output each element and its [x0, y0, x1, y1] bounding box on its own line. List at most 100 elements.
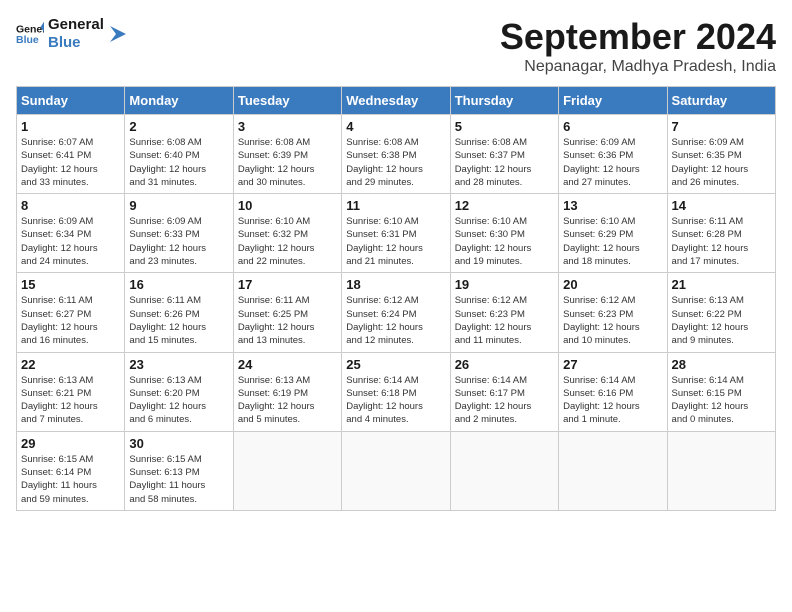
header-monday: Monday	[125, 87, 233, 115]
day-cell: 3Sunrise: 6:08 AMSunset: 6:39 PMDaylight…	[233, 115, 341, 194]
week-row-1: 1Sunrise: 6:07 AMSunset: 6:41 PMDaylight…	[17, 115, 776, 194]
day-cell: 29 Sunrise: 6:15 AMSunset: 6:14 PMDayligh…	[17, 431, 125, 510]
day-number: 3	[238, 119, 337, 134]
day-info: Sunrise: 6:10 AMSunset: 6:29 PMDaylight:…	[563, 215, 662, 268]
day-number: 15	[21, 277, 120, 292]
day-cell: 25 Sunrise: 6:14 AMSunset: 6:18 PMDayligh…	[342, 352, 450, 431]
day-cell: 17Sunrise: 6:11 AMSunset: 6:25 PMDayligh…	[233, 273, 341, 352]
day-number: 11	[346, 198, 445, 213]
day-info: Sunrise: 6:08 AMSunset: 6:37 PMDaylight:…	[455, 136, 554, 189]
logo: General Blue General Blue	[16, 16, 128, 52]
day-cell: 24 Sunrise: 6:13 AMSunset: 6:19 PMDayligh…	[233, 352, 341, 431]
day-info: Sunrise: 6:09 AMSunset: 6:36 PMDaylight:…	[563, 136, 662, 189]
header-saturday: Saturday	[667, 87, 775, 115]
day-info: Sunrise: 6:14 AMSunset: 6:16 PMDaylight:…	[563, 374, 662, 427]
day-number: 9	[129, 198, 228, 213]
day-number: 18	[346, 277, 445, 292]
day-cell: 30Sunrise: 6:15 AMSunset: 6:13 PMDayligh…	[125, 431, 233, 510]
day-info: Sunrise: 6:15 AMSunset: 6:14 PMDaylight:…	[21, 453, 120, 506]
day-cell	[667, 431, 775, 510]
title-block: September 2024 Nepanagar, Madhya Pradesh…	[500, 16, 776, 76]
day-number: 2	[129, 119, 228, 134]
day-info: Sunrise: 6:13 AMSunset: 6:19 PMDaylight:…	[238, 374, 337, 427]
day-number: 26	[455, 357, 554, 372]
day-info: Sunrise: 6:15 AMSunset: 6:13 PMDaylight:…	[129, 453, 228, 506]
day-cell: 22Sunrise: 6:13 AMSunset: 6:21 PMDayligh…	[17, 352, 125, 431]
day-cell: 12 Sunrise: 6:10 AMSunset: 6:30 PMDayligh…	[450, 194, 558, 273]
week-row-4: 22Sunrise: 6:13 AMSunset: 6:21 PMDayligh…	[17, 352, 776, 431]
day-cell: 1Sunrise: 6:07 AMSunset: 6:41 PMDaylight…	[17, 115, 125, 194]
svg-text:Blue: Blue	[16, 34, 39, 46]
day-info: Sunrise: 6:10 AMSunset: 6:30 PMDaylight:…	[455, 215, 554, 268]
day-info: Sunrise: 6:13 AMSunset: 6:20 PMDaylight:…	[129, 374, 228, 427]
day-number: 6	[563, 119, 662, 134]
day-info: Sunrise: 6:11 AMSunset: 6:26 PMDaylight:…	[129, 294, 228, 347]
header-sunday: Sunday	[17, 87, 125, 115]
day-cell: 2Sunrise: 6:08 AMSunset: 6:40 PMDaylight…	[125, 115, 233, 194]
header-wednesday: Wednesday	[342, 87, 450, 115]
day-cell: 21 Sunrise: 6:13 AMSunset: 6:22 PMDayligh…	[667, 273, 775, 352]
day-info: Sunrise: 6:12 AMSunset: 6:24 PMDaylight:…	[346, 294, 445, 347]
day-cell: 15 Sunrise: 6:11 AMSunset: 6:27 PMDayligh…	[17, 273, 125, 352]
day-info: Sunrise: 6:14 AMSunset: 6:18 PMDaylight:…	[346, 374, 445, 427]
day-number: 23	[129, 357, 228, 372]
day-cell: 28 Sunrise: 6:14 AMSunset: 6:15 PMDayligh…	[667, 352, 775, 431]
day-cell: 18 Sunrise: 6:12 AMSunset: 6:24 PMDayligh…	[342, 273, 450, 352]
logo-arrow-icon	[108, 24, 128, 44]
calendar-title: September 2024	[500, 16, 776, 58]
day-number: 16	[129, 277, 228, 292]
logo-icon: General Blue	[16, 20, 44, 48]
day-info: Sunrise: 6:09 AMSunset: 6:35 PMDaylight:…	[672, 136, 771, 189]
day-number: 20	[563, 277, 662, 292]
day-info: Sunrise: 6:14 AMSunset: 6:17 PMDaylight:…	[455, 374, 554, 427]
day-number: 13	[563, 198, 662, 213]
day-cell: 4Sunrise: 6:08 AMSunset: 6:38 PMDaylight…	[342, 115, 450, 194]
calendar-subtitle: Nepanagar, Madhya Pradesh, India	[500, 58, 776, 76]
day-number: 28	[672, 357, 771, 372]
day-info: Sunrise: 6:09 AMSunset: 6:34 PMDaylight:…	[21, 215, 120, 268]
day-info: Sunrise: 6:13 AMSunset: 6:21 PMDaylight:…	[21, 374, 120, 427]
header-tuesday: Tuesday	[233, 87, 341, 115]
day-info: Sunrise: 6:11 AMSunset: 6:28 PMDaylight:…	[672, 215, 771, 268]
header-thursday: Thursday	[450, 87, 558, 115]
day-cell: 8 Sunrise: 6:09 AMSunset: 6:34 PMDaylight…	[17, 194, 125, 273]
week-row-3: 15 Sunrise: 6:11 AMSunset: 6:27 PMDayligh…	[17, 273, 776, 352]
day-info: Sunrise: 6:13 AMSunset: 6:22 PMDaylight:…	[672, 294, 771, 347]
week-row-2: 8 Sunrise: 6:09 AMSunset: 6:34 PMDaylight…	[17, 194, 776, 273]
day-number: 12	[455, 198, 554, 213]
day-number: 17	[238, 277, 337, 292]
header-friday: Friday	[559, 87, 667, 115]
logo-line2: Blue	[48, 34, 104, 52]
day-cell: 27 Sunrise: 6:14 AMSunset: 6:16 PMDayligh…	[559, 352, 667, 431]
day-info: Sunrise: 6:14 AMSunset: 6:15 PMDaylight:…	[672, 374, 771, 427]
day-number: 8	[21, 198, 120, 213]
day-cell: 14 Sunrise: 6:11 AMSunset: 6:28 PMDayligh…	[667, 194, 775, 273]
calendar-table: SundayMondayTuesdayWednesdayThursdayFrid…	[16, 86, 776, 511]
day-number: 14	[672, 198, 771, 213]
day-number: 10	[238, 198, 337, 213]
day-cell	[559, 431, 667, 510]
day-cell	[233, 431, 341, 510]
day-cell	[450, 431, 558, 510]
day-number: 21	[672, 277, 771, 292]
day-number: 19	[455, 277, 554, 292]
page-header: General Blue General Blue September 2024…	[16, 16, 776, 76]
day-number: 24	[238, 357, 337, 372]
day-number: 25	[346, 357, 445, 372]
calendar-header-row: SundayMondayTuesdayWednesdayThursdayFrid…	[17, 87, 776, 115]
day-cell: 23 Sunrise: 6:13 AMSunset: 6:20 PMDayligh…	[125, 352, 233, 431]
day-cell: 7Sunrise: 6:09 AMSunset: 6:35 PMDaylight…	[667, 115, 775, 194]
day-info: Sunrise: 6:12 AMSunset: 6:23 PMDaylight:…	[563, 294, 662, 347]
day-number: 4	[346, 119, 445, 134]
day-number: 29	[21, 436, 120, 451]
day-cell: 19Sunrise: 6:12 AMSunset: 6:23 PMDayligh…	[450, 273, 558, 352]
day-number: 5	[455, 119, 554, 134]
day-number: 27	[563, 357, 662, 372]
day-cell: 10Sunrise: 6:10 AMSunset: 6:32 PMDayligh…	[233, 194, 341, 273]
day-info: Sunrise: 6:09 AMSunset: 6:33 PMDaylight:…	[129, 215, 228, 268]
day-info: Sunrise: 6:10 AMSunset: 6:31 PMDaylight:…	[346, 215, 445, 268]
week-row-5: 29 Sunrise: 6:15 AMSunset: 6:14 PMDayligh…	[17, 431, 776, 510]
day-info: Sunrise: 6:07 AMSunset: 6:41 PMDaylight:…	[21, 136, 120, 189]
day-info: Sunrise: 6:11 AMSunset: 6:27 PMDaylight:…	[21, 294, 120, 347]
day-cell: 9 Sunrise: 6:09 AMSunset: 6:33 PMDaylight…	[125, 194, 233, 273]
